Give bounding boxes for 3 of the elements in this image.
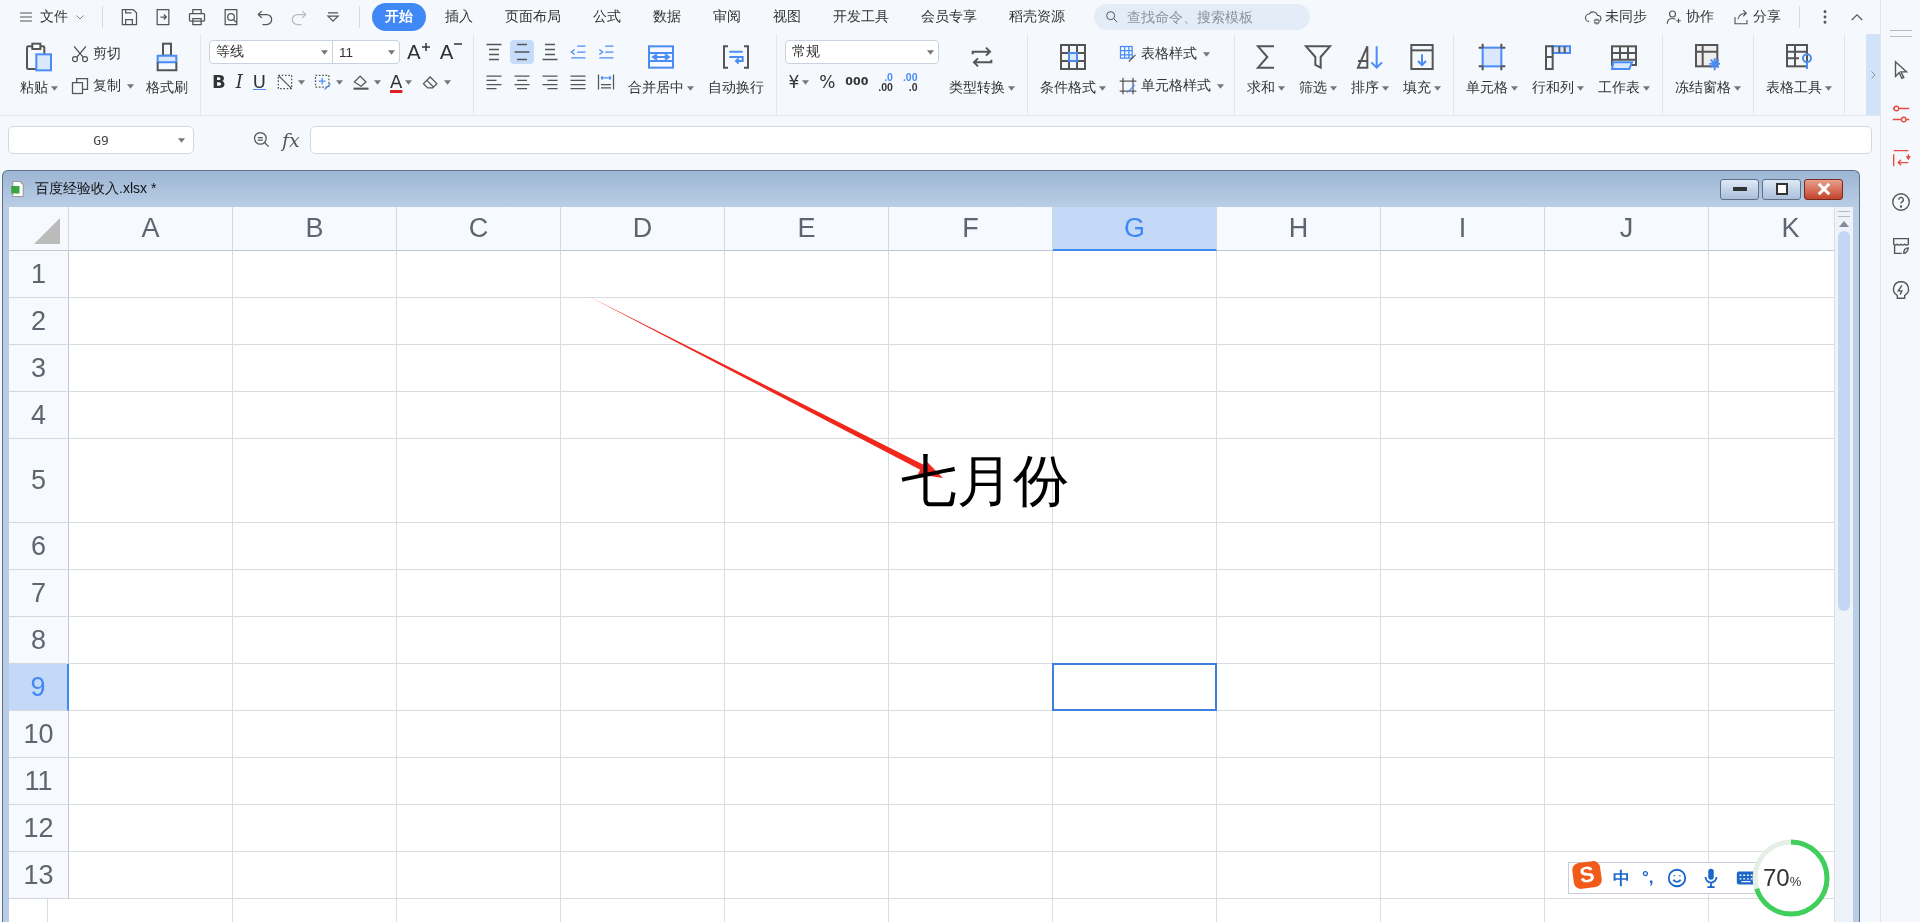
window-title: 百度经验收入.xlsx * (35, 180, 157, 198)
gauge-value: 70% (1763, 864, 1802, 892)
cell-text: 七月份 (900, 448, 1070, 514)
